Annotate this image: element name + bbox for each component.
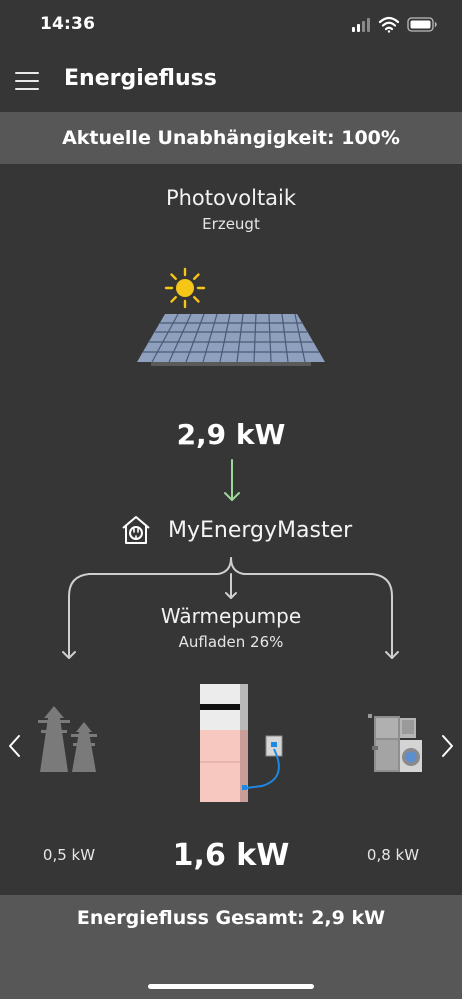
wifi-icon (378, 16, 400, 33)
battery-icon (407, 17, 437, 32)
heat-pump-subtitle: Aufladen 26% (178, 633, 284, 651)
heat-pump-storage-icon (200, 684, 283, 802)
cellular-signal-icon (352, 18, 370, 32)
sun-icon (164, 267, 206, 309)
photovoltaic-value: 2,9 kW (176, 418, 286, 451)
power-pylon-icon (38, 706, 97, 772)
photovoltaic-title: Photovoltaik (165, 186, 297, 210)
total-energy-flow: Energiefluss Gesamt: 2,9 kW (76, 907, 386, 929)
hamburger-menu-icon[interactable] (15, 72, 39, 90)
status-time: 14:36 (40, 14, 96, 34)
hub-label: MyEnergyMaster (168, 517, 353, 543)
photovoltaic-subtitle: Erzeugt (202, 215, 260, 233)
home-indicator[interactable] (148, 984, 314, 989)
solar-panel-icon (137, 313, 325, 366)
hub-myenergymaster[interactable]: MyEnergyMaster (120, 512, 352, 548)
heat-pump-title: Wärmepumpe (160, 604, 302, 628)
heat-pump-value: 1,6 kW (172, 838, 290, 873)
independence-banner: Aktuelle Unabhängigkeit: 100% (0, 112, 462, 164)
chevron-right-icon[interactable] (438, 733, 456, 759)
chevron-left-icon[interactable] (6, 733, 24, 759)
pv-flow-arrow-icon (224, 459, 240, 501)
page-title: Energiefluss (64, 66, 217, 91)
status-icons (350, 14, 440, 36)
household-appliances-icon (368, 714, 422, 772)
house-plug-icon (122, 516, 150, 544)
